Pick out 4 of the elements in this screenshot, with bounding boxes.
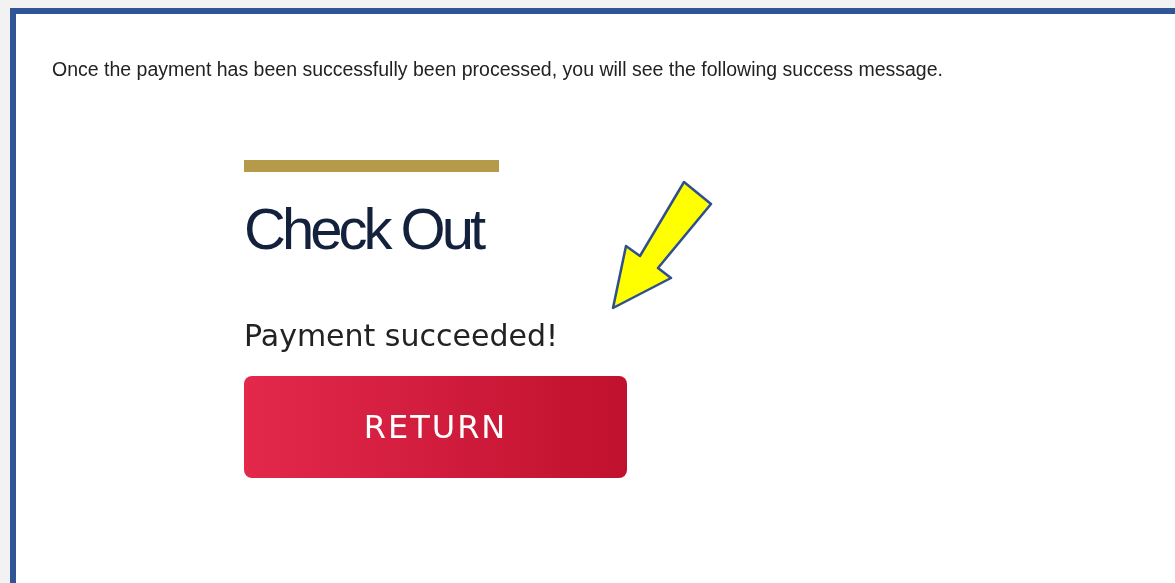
return-button[interactable]: RETURN bbox=[244, 376, 627, 478]
checkout-title: Check Out bbox=[244, 196, 482, 262]
success-message: Payment succeeded! bbox=[244, 317, 558, 355]
intro-text: Once the payment has been successfully been processed, you will see the following success message. bbox=[52, 58, 943, 81]
